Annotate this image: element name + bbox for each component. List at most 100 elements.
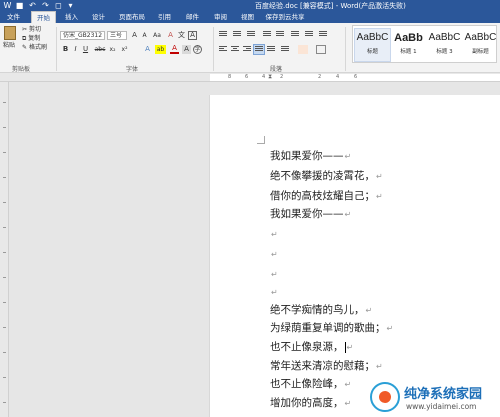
word-logo-icon: W bbox=[3, 1, 12, 10]
borders-button[interactable] bbox=[316, 45, 326, 54]
ruler-tick bbox=[3, 177, 6, 178]
character-border-button[interactable]: A bbox=[188, 31, 197, 40]
text-effects-button[interactable]: A bbox=[143, 45, 152, 54]
format-painter-button[interactable]: ✎ 格式刷 bbox=[22, 44, 47, 52]
vertical-ruler[interactable] bbox=[0, 82, 9, 417]
document-line[interactable]: ↵ bbox=[270, 227, 278, 242]
document-line[interactable]: 也不止像险峰，↵ bbox=[270, 377, 351, 392]
strikethrough-button[interactable]: abc bbox=[93, 45, 107, 54]
align-center-button[interactable] bbox=[230, 45, 240, 54]
save-icon[interactable]: ■ bbox=[15, 1, 24, 10]
document-line[interactable]: ↵ bbox=[270, 247, 278, 262]
print-preview-icon[interactable]: ◻ bbox=[54, 1, 63, 10]
increase-indent-button[interactable] bbox=[275, 30, 285, 39]
justify-button[interactable] bbox=[253, 44, 265, 55]
paste-icon[interactable] bbox=[4, 26, 16, 40]
tab-design[interactable]: 设计 bbox=[86, 11, 111, 23]
group-separator bbox=[345, 27, 346, 71]
horizontal-ruler[interactable]: 8 6 4 2 2 4 6 ⧗ bbox=[0, 73, 500, 82]
ruler-tick bbox=[3, 327, 6, 328]
ruler-number: 4 bbox=[336, 74, 340, 80]
character-shading-button[interactable]: A bbox=[182, 45, 191, 54]
document-line[interactable]: 为绿荫重复单调的歌曲；↵ bbox=[270, 321, 393, 336]
document-line[interactable]: 我如果爱你——↵ bbox=[270, 149, 351, 164]
line-spacing-button[interactable] bbox=[280, 45, 290, 54]
underline-button[interactable]: U bbox=[81, 45, 90, 54]
document-line[interactable]: 常年送来清凉的慰藉；↵ bbox=[270, 359, 383, 374]
paragraph-mark: ↵ bbox=[386, 324, 394, 333]
distributed-button[interactable] bbox=[266, 45, 276, 54]
site-logo-icon bbox=[370, 382, 400, 412]
undo-icon[interactable]: ↶ bbox=[28, 1, 37, 10]
paste-button[interactable]: 粘贴 bbox=[3, 42, 15, 50]
italic-button[interactable]: I bbox=[71, 45, 80, 54]
shrink-font-button[interactable]: A bbox=[140, 31, 149, 40]
style-heading-3[interactable]: AaBbC 标题 3 bbox=[427, 29, 462, 61]
subscript-button[interactable]: x₂ bbox=[108, 45, 117, 54]
document-line[interactable]: ↵ bbox=[270, 285, 278, 300]
ruler-tick bbox=[3, 402, 6, 403]
document-line[interactable]: 绝不学痴情的鸟儿，↵ bbox=[270, 303, 372, 318]
superscript-button[interactable]: x² bbox=[120, 45, 129, 54]
tab-review[interactable]: 审阅 bbox=[208, 11, 233, 23]
tab-insert[interactable]: 插入 bbox=[59, 11, 84, 23]
group-separator bbox=[213, 27, 214, 71]
bold-button[interactable]: B bbox=[61, 45, 70, 54]
tab-mailings[interactable]: 邮件 bbox=[180, 11, 205, 23]
cut-button[interactable]: ✂ 剪切 bbox=[22, 26, 41, 34]
sort-button[interactable] bbox=[304, 30, 314, 39]
brush-icon: ✎ bbox=[22, 44, 28, 51]
paragraph-mark: ↵ bbox=[344, 399, 352, 408]
font-color-button[interactable]: A bbox=[170, 45, 179, 54]
ruler-tick bbox=[3, 302, 6, 303]
margin-corner-mark bbox=[257, 136, 265, 144]
font-name-select[interactable]: 仿宋_GB2312 bbox=[60, 31, 105, 40]
style-subtitle[interactable]: AaBbC 副标题 bbox=[463, 29, 498, 61]
tab-references[interactable]: 引用 bbox=[152, 11, 177, 23]
document-line[interactable]: 增加你的高度，↵ bbox=[270, 396, 351, 411]
indent-marker-icon[interactable]: ⧗ bbox=[268, 73, 272, 81]
paragraph-mark: ↵ bbox=[271, 288, 278, 297]
ruler-tick bbox=[3, 252, 6, 253]
ruler-tick bbox=[3, 227, 6, 228]
document-line[interactable]: 也不止像泉源， ↵ bbox=[270, 340, 353, 355]
highlight-color-button[interactable]: ab bbox=[155, 45, 166, 54]
copy-button[interactable]: ⧉ 复制 bbox=[22, 35, 40, 43]
decrease-indent-button[interactable] bbox=[262, 30, 272, 39]
document-line[interactable]: 借你的高枝炫耀自己；↵ bbox=[270, 189, 383, 204]
paragraph-mark: ↵ bbox=[365, 306, 373, 315]
multilevel-list-button[interactable] bbox=[246, 30, 256, 39]
chinese-layout-button[interactable] bbox=[290, 30, 300, 39]
show-marks-button[interactable] bbox=[318, 30, 328, 39]
ruler-tick bbox=[3, 152, 6, 153]
numbering-button[interactable] bbox=[232, 30, 242, 39]
align-right-button[interactable] bbox=[242, 45, 252, 54]
tab-page-layout[interactable]: 页面布局 bbox=[114, 11, 150, 23]
redo-icon[interactable]: ↷ bbox=[41, 1, 50, 10]
paragraph-shading-button[interactable] bbox=[298, 45, 308, 54]
ribbon-home: 粘贴 ✂ 剪切 ⧉ 复制 ✎ 格式刷 剪贴板 仿宋_GB2312 三号 A A … bbox=[0, 23, 500, 73]
group-separator bbox=[56, 27, 57, 71]
style-title[interactable]: AaBbC 标题 bbox=[354, 28, 391, 62]
bullets-button[interactable] bbox=[218, 30, 228, 39]
document-line[interactable]: 我如果爱你——↵ bbox=[270, 207, 351, 222]
document-line[interactable]: 绝不像攀援的凌霄花，↵ bbox=[270, 169, 383, 184]
change-case-button[interactable]: Aa bbox=[151, 31, 163, 40]
document-line[interactable]: ↵ bbox=[270, 267, 278, 282]
grow-font-button[interactable]: A bbox=[130, 31, 139, 40]
clear-formatting-button[interactable]: A bbox=[166, 31, 175, 40]
paragraph-mark: ↵ bbox=[346, 343, 354, 352]
tab-home[interactable]: 开始 bbox=[31, 11, 56, 23]
customize-qat-icon[interactable]: ▾ bbox=[66, 1, 75, 10]
tab-view[interactable]: 视图 bbox=[235, 11, 260, 23]
ruler-tick bbox=[3, 102, 6, 103]
phonetic-guide-button[interactable]: 文 bbox=[177, 31, 186, 40]
tab-save-to-cloud[interactable]: 保存到云共享 bbox=[262, 11, 308, 23]
font-size-select[interactable]: 三号 bbox=[107, 31, 127, 40]
style-heading-1[interactable]: AaBb 标题 1 bbox=[391, 29, 426, 61]
tab-file[interactable]: 文件 bbox=[0, 11, 27, 23]
enclose-characters-button[interactable]: 字 bbox=[193, 45, 202, 54]
font-group-label: 字体 bbox=[126, 66, 139, 73]
align-left-button[interactable] bbox=[218, 45, 228, 54]
ruler-number: 6 bbox=[245, 74, 249, 80]
